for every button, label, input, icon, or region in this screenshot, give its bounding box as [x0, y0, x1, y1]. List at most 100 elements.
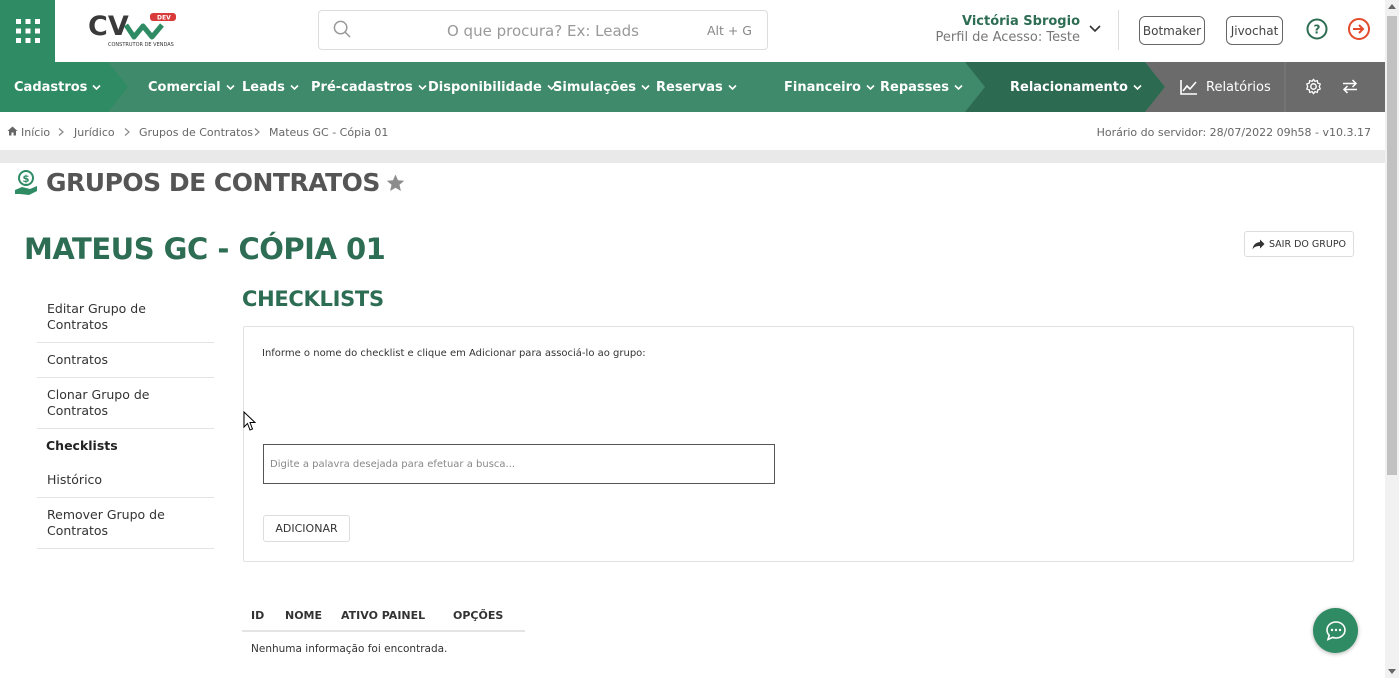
nav-relatorios-label: Relatórios: [1206, 79, 1271, 95]
chevron-down-icon: [290, 84, 299, 90]
nav-leads-label: Leads: [242, 79, 285, 95]
grid-icon: [15, 19, 40, 43]
chevron-down-icon: [226, 84, 235, 90]
nav-pre-cadastros[interactable]: Pré-cadastros: [311, 62, 427, 112]
leave-group-label: SAIR DO GRUPO: [1268, 238, 1347, 250]
sidebar-item-contracts[interactable]: Contratos: [37, 343, 214, 378]
sidebar-item-checklists[interactable]: Checklists: [37, 429, 214, 463]
svg-text:?: ?: [1314, 23, 1321, 37]
breadcrumb-item-current: Mateus GC - Cópia 01: [269, 126, 389, 139]
chevron-right-icon: [124, 128, 130, 136]
chevron-down-icon: [954, 84, 963, 90]
header-divider: [1118, 10, 1119, 50]
top-header: CV DEV CONSTRUTOR DE VENDAS O que procur…: [0, 0, 1385, 62]
group-sidebar: Editar Grupo de Contratos Contratos Clon…: [37, 292, 214, 549]
nav-financeiro-label: Financeiro: [784, 79, 861, 95]
sidebar-item-clone-group[interactable]: Clonar Grupo de Contratos: [37, 378, 214, 429]
nav-pre-cadastros-label: Pré-cadastros: [311, 79, 413, 95]
column-header-id[interactable]: ID: [242, 609, 276, 622]
column-header-nome[interactable]: NOME: [276, 609, 332, 622]
gear-icon[interactable]: [1305, 78, 1322, 95]
checklists-title: CHECKLISTS: [242, 287, 384, 311]
svg-text:$: $: [23, 174, 30, 185]
apps-menu-button[interactable]: [0, 0, 55, 62]
scroll-down-icon[interactable]: [1388, 669, 1396, 674]
nav-relacionamento-label: Relacionamento: [1010, 79, 1128, 95]
chevron-down-icon: [728, 84, 737, 90]
user-role: Perfil de Acesso: Teste: [935, 30, 1080, 45]
star-icon[interactable]: [386, 173, 405, 192]
user-menu[interactable]: Victória Sbrogio Perfil de Acesso: Teste: [936, 14, 1080, 45]
main-navigation: Cadastros Comercial Leads Pré-cadastros …: [0, 62, 1385, 112]
nav-disponibilidade-label: Disponibilidade: [428, 79, 542, 95]
nav-simulacoes-label: Simulações: [553, 79, 637, 95]
chevron-right-icon: [58, 128, 64, 136]
nav-simulacoes[interactable]: Simulações: [553, 62, 650, 112]
nav-relacionamento[interactable]: Relacionamento: [1010, 62, 1142, 112]
sidebar-item-history[interactable]: Histórico: [37, 463, 214, 498]
chart-line-icon: [1180, 80, 1197, 95]
money-hand-icon: $: [15, 169, 37, 195]
scrollbar-thumb[interactable]: [1387, 16, 1397, 475]
help-icon[interactable]: ?: [1306, 18, 1328, 40]
botmaker-button[interactable]: Botmaker: [1139, 16, 1205, 45]
checklist-form-panel: Informe o nome do checklist e clique em …: [243, 326, 1354, 562]
nav-relatorios[interactable]: Relatórios: [1180, 62, 1271, 112]
page-header: $ GRUPOS DE CONTRATOS: [14, 168, 405, 197]
checklist-search-input[interactable]: Digite a palavra desejada para efetuar a…: [263, 444, 775, 484]
nav-comercial-label: Comercial: [148, 79, 221, 95]
mouse-cursor-icon: [243, 411, 257, 431]
column-header-ativo-painel[interactable]: ATIVO PAINEL: [332, 609, 444, 622]
nav-cadastros[interactable]: Cadastros: [14, 62, 102, 112]
chat-bubble-icon: [1325, 620, 1346, 641]
search-shortcut: Alt + G: [706, 23, 752, 38]
chevron-down-icon: [418, 84, 427, 90]
table-header: ID NOME ATIVO PAINEL OPÇÕES: [242, 601, 525, 632]
cv-logo[interactable]: CV DEV CONSTRUTOR DE VENDAS: [88, 9, 180, 49]
breadcrumb-item-inicio[interactable]: Início: [21, 126, 50, 139]
sidebar-item-remove-group[interactable]: Remover Grupo de Contratos: [37, 498, 214, 549]
page-title: GRUPOS DE CONTRATOS: [46, 168, 380, 197]
leave-group-button[interactable]: SAIR DO GRUPO: [1244, 231, 1354, 257]
nav-disponibilidade[interactable]: Disponibilidade: [428, 62, 556, 112]
home-icon: [7, 126, 18, 136]
breadcrumb: Início Jurídico Grupos de Contratos Mate…: [0, 112, 1385, 152]
chevron-down-icon: [92, 84, 102, 90]
user-name: Victória Sbrogio: [961, 14, 1080, 29]
chevron-right-icon: [254, 128, 260, 136]
nav-reservas[interactable]: Reservas: [656, 62, 737, 112]
add-checklist-button[interactable]: ADICIONAR: [263, 515, 350, 542]
table-empty-message: Nenhuma informação foi encontrada.: [251, 643, 448, 655]
group-title: MATEUS GC - CÓPIA 01: [24, 232, 386, 266]
nav-leads[interactable]: Leads: [242, 62, 299, 112]
chevron-down-icon: [866, 84, 875, 90]
svg-text:CONSTRUTOR DE VENDAS: CONSTRUTOR DE VENDAS: [108, 42, 174, 48]
breadcrumb-item-juridico[interactable]: Jurídico: [74, 126, 115, 139]
column-header-opcoes: OPÇÕES: [453, 609, 504, 622]
divider-strip: [0, 150, 1385, 163]
nav-repasses-label: Repasses: [880, 79, 949, 95]
swap-icon[interactable]: [1342, 79, 1358, 94]
checklist-info-text: Informe o nome do checklist e clique em …: [262, 348, 646, 359]
sidebar-item-edit-group[interactable]: Editar Grupo de Contratos: [37, 292, 214, 343]
nav-comercial[interactable]: Comercial: [148, 62, 235, 112]
checklists-table: ID NOME ATIVO PAINEL OPÇÕES Nenhuma info…: [242, 601, 525, 655]
page-scrollbar[interactable]: [1385, 0, 1399, 678]
scroll-up-icon[interactable]: [1388, 4, 1396, 9]
breadcrumb-item-grupos[interactable]: Grupos de Contratos: [139, 126, 253, 139]
chevron-down-icon[interactable]: [1089, 24, 1101, 34]
global-search[interactable]: O que procura? Ex: Leads Alt + G: [318, 10, 768, 50]
share-arrow-icon: [1252, 239, 1265, 249]
chevron-down-icon: [641, 84, 650, 90]
nav-reservas-label: Reservas: [656, 79, 723, 95]
nav-cadastros-label: Cadastros: [14, 79, 88, 95]
nav-financeiro[interactable]: Financeiro: [784, 62, 875, 112]
jivochat-button[interactable]: Jivochat: [1226, 16, 1283, 45]
logout-icon[interactable]: [1347, 17, 1371, 41]
search-placeholder: O que procura? Ex: Leads: [446, 22, 639, 40]
server-time: Horário do servidor: 28/07/2022 09h58 - …: [1096, 126, 1371, 139]
chevron-down-icon: [1133, 84, 1142, 90]
svg-text:DEV: DEV: [157, 15, 171, 22]
chat-button[interactable]: [1313, 608, 1358, 653]
nav-repasses[interactable]: Repasses: [880, 62, 963, 112]
